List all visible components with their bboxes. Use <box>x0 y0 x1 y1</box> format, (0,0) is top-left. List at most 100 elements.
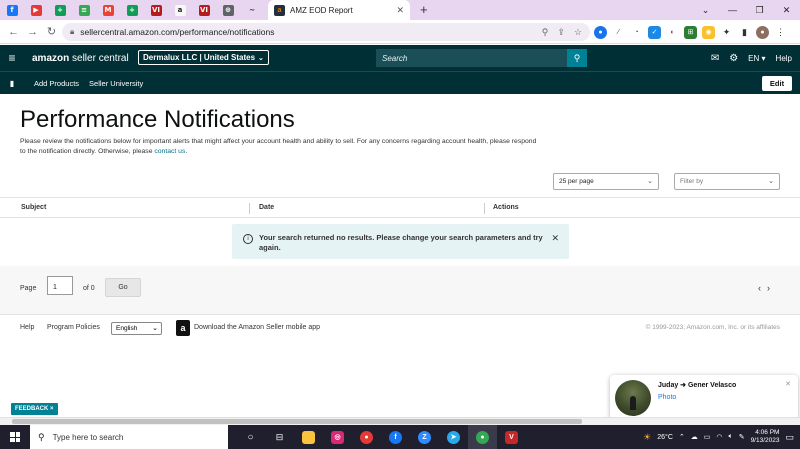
pinned-tab[interactable]: + <box>48 0 72 20</box>
filter-by-select[interactable]: Filter by ⌄ <box>674 173 780 190</box>
taskbar-search[interactable]: ⚲ Type here to search <box>30 425 228 449</box>
weather-icon[interactable]: ☀ <box>643 432 651 443</box>
bookmark-icon[interactable]: ▮ <box>0 79 24 88</box>
wifi-icon[interactable]: ◠ <box>716 433 722 441</box>
footer-program-policies-link[interactable]: Program Policies <box>47 324 100 331</box>
instagram-icon[interactable]: ◎ <box>323 425 352 449</box>
feedback-button[interactable]: FEEDBACK × <box>11 403 58 415</box>
extension-3-icon[interactable]: ◔ <box>630 25 643 39</box>
extension-2-icon[interactable]: ⁄ <box>612 25 625 39</box>
file-explorer-icon[interactable] <box>294 425 323 449</box>
pinned-tab[interactable]: VI <box>192 0 216 20</box>
pen-icon[interactable]: ✎ <box>739 433 745 441</box>
column-subject[interactable]: Subject <box>21 204 46 211</box>
pinned-tab[interactable]: ⊕ <box>216 0 240 20</box>
bookmark-star-icon[interactable]: ☆ <box>574 27 582 38</box>
facebook-icon[interactable]: f <box>381 425 410 449</box>
pinned-tab[interactable]: f <box>0 0 24 20</box>
pinned-tab[interactable]: + <box>120 0 144 20</box>
amazon-app-icon[interactable]: a <box>176 320 190 336</box>
tray-chevron-up-icon[interactable]: ⌃ <box>679 433 685 441</box>
volume-icon[interactable]: 🔈︎ <box>728 433 732 441</box>
extensions-puzzle-icon[interactable]: ✦ <box>720 25 733 39</box>
pinned-tabs: f ▶ + ≡ M + VI a VI ⊕ ~ <box>0 0 264 20</box>
close-icon[interactable]: ✕ <box>785 380 791 388</box>
nav-link-seller-university[interactable]: Seller University <box>89 79 143 88</box>
extension-7-icon[interactable]: ◉ <box>702 25 715 39</box>
profile-avatar[interactable]: ● <box>756 25 769 39</box>
pinned-tab[interactable]: ▶ <box>24 0 48 20</box>
extension-6-icon[interactable]: ⊞ <box>684 25 697 39</box>
weather-temp[interactable]: 26°C <box>657 434 673 441</box>
extension-1-icon[interactable]: ● <box>594 25 607 39</box>
taskbar-clock[interactable]: 4:06 PM 9/13/2023 <box>751 429 780 445</box>
horizontal-scrollbar[interactable] <box>0 417 800 425</box>
restore-icon[interactable]: ❐ <box>746 0 773 20</box>
lock-icon[interactable]: 🔒︎ <box>70 27 74 37</box>
side-panel-icon[interactable]: ▮ <box>738 25 751 39</box>
onedrive-icon[interactable]: ☁ <box>691 433 698 441</box>
battery-icon[interactable]: ▭ <box>704 433 711 441</box>
messenger-chat-popup[interactable]: Juday ➜ Gener Velasco Photo ✕ <box>610 375 798 421</box>
page-count-label: of 0 <box>83 285 95 292</box>
url-text[interactable]: sellercentral.amazon.com/performance/not… <box>80 27 542 37</box>
prev-page-icon[interactable]: ‹ <box>758 283 767 293</box>
widgets-icon[interactable]: ⊟ <box>265 425 294 449</box>
download-app-link[interactable]: Download the Amazon Seller mobile app <box>194 324 320 331</box>
back-icon[interactable]: ← <box>4 26 23 38</box>
pinned-tab[interactable]: a <box>168 0 192 20</box>
active-tab-title: AMZ EOD Report <box>290 5 353 15</box>
copyright: © 1999-2023, Amazon.com, Inc. or its aff… <box>645 324 780 331</box>
mail-icon[interactable]: ✉ <box>711 53 719 64</box>
next-page-icon[interactable]: › <box>767 283 776 293</box>
chrome-icon[interactable]: ● <box>352 425 381 449</box>
share-icon[interactable]: ⇪ <box>557 27 565 38</box>
windows-start-icon[interactable] <box>0 425 30 449</box>
task-view-icon[interactable]: ○ <box>236 425 265 449</box>
close-tab-icon[interactable]: ✕ <box>396 5 404 16</box>
footer-language-select[interactable]: English ⌄ <box>111 322 162 335</box>
new-tab-button[interactable]: + <box>420 0 428 20</box>
chat-avatar <box>615 380 651 416</box>
account-switcher[interactable]: Dermalux LLC | United States ⌄ <box>138 50 269 65</box>
contact-us-link[interactable]: contact us <box>154 148 185 155</box>
extension-4-icon[interactable]: ✓ <box>648 25 661 39</box>
per-page-select[interactable]: 25 per page ⌄ <box>553 173 659 190</box>
tab-search-icon[interactable]: ⌄ <box>692 0 719 20</box>
vivaldi-icon[interactable]: V <box>497 425 526 449</box>
go-button[interactable]: Go <box>105 278 141 297</box>
facebook-icon: f <box>6 4 18 16</box>
menu-dots-icon[interactable]: ⋮ <box>774 25 787 39</box>
search-button[interactable]: ⚲ <box>567 49 587 67</box>
search-input[interactable] <box>376 49 567 67</box>
pinned-tab[interactable]: ~ <box>240 0 264 20</box>
omnibox[interactable]: 🔒︎ sellercentral.amazon.com/performance/… <box>62 23 590 41</box>
edit-nav-button[interactable]: Edit <box>762 76 792 91</box>
zoom-icon[interactable]: ⚲ <box>542 27 549 38</box>
zoom-icon[interactable]: Z <box>410 425 439 449</box>
close-window-icon[interactable]: ✕ <box>773 0 800 20</box>
telegram-icon[interactable]: ➤ <box>439 425 468 449</box>
minimize-icon[interactable]: — <box>719 0 746 20</box>
extension-5-icon[interactable]: ◐ <box>666 25 679 39</box>
page-number-input[interactable] <box>47 276 73 295</box>
active-tab[interactable]: a AMZ EOD Report ✕ <box>268 0 410 20</box>
nav-link-add-products[interactable]: Add Products <box>34 79 79 88</box>
settings-gear-icon[interactable]: ⚙ <box>729 53 738 64</box>
help-link[interactable]: Help <box>776 54 792 63</box>
forward-icon[interactable]: → <box>23 26 42 38</box>
footer-help-link[interactable]: Help <box>20 324 34 331</box>
pinned-tab[interactable]: VI <box>144 0 168 20</box>
notifications-icon[interactable]: ▭ <box>785 432 794 443</box>
close-icon[interactable]: ✕ <box>551 233 559 244</box>
scrollbar-thumb[interactable] <box>12 419 582 424</box>
language-selector[interactable]: EN ▾ <box>748 54 765 63</box>
pinned-tab[interactable]: M <box>96 0 120 20</box>
column-date[interactable]: Date <box>259 204 274 211</box>
reload-icon[interactable]: ↻ <box>42 25 61 38</box>
chrome-active-icon[interactable]: ● <box>468 425 497 449</box>
pinned-tab[interactable]: ≡ <box>72 0 96 20</box>
taskbar-apps: ○ ⊟ ◎ ● f Z ➤ ● V <box>236 425 526 449</box>
seller-central-logo[interactable]: amazon seller central <box>32 53 129 64</box>
hamburger-menu-icon[interactable]: ≡ <box>0 51 24 65</box>
